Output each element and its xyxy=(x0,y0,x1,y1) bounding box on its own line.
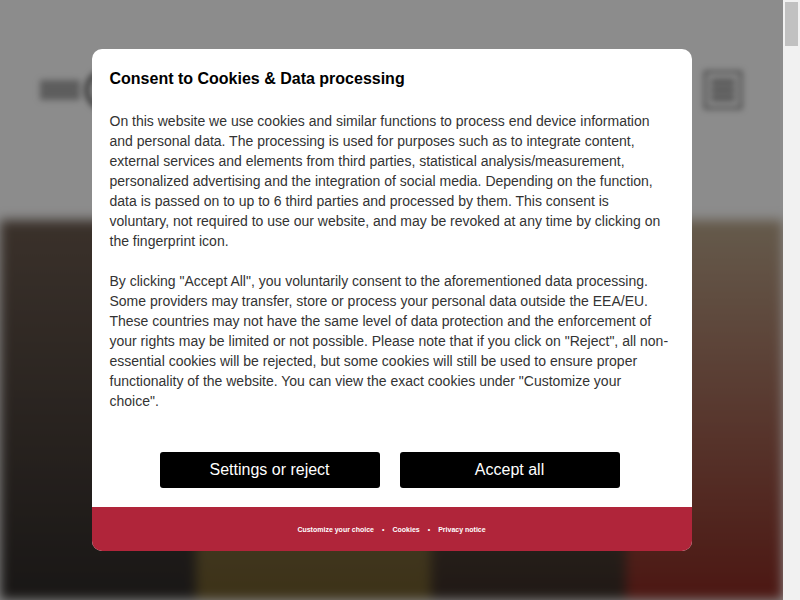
screen: Consent to Cookies & Data processing On t… xyxy=(0,0,800,600)
dialog-text: On this website we use cookies and simil… xyxy=(110,111,670,251)
consent-dialog: Consent to Cookies & Data processing On t… xyxy=(92,49,692,551)
footer-link[interactable]: Cookies xyxy=(392,526,419,533)
scrollbar-thumb[interactable] xyxy=(785,2,798,46)
modal-overlay: Consent to Cookies & Data processing On t… xyxy=(0,0,783,600)
footer-link[interactable]: Privacy notice xyxy=(438,526,485,533)
dialog-button[interactable]: Accept all xyxy=(400,452,620,488)
footer-link[interactable]: Customize your choice xyxy=(297,526,374,533)
dialog-text: By clicking "Accept All", you voluntaril… xyxy=(110,271,670,411)
button-row: Settings or reject Accept all xyxy=(110,452,670,488)
footer-separator: • xyxy=(428,526,430,533)
page: Consent to Cookies & Data processing On t… xyxy=(0,0,783,600)
scrollbar[interactable] xyxy=(783,0,800,600)
footer-separator: • xyxy=(382,526,384,533)
dialog-button[interactable]: Settings or reject xyxy=(160,452,380,488)
dialog-title: Consent to Cookies & Data processing xyxy=(110,69,670,89)
dialog-footer: Customize your choice • Cookies • Privacy no… xyxy=(92,507,692,551)
